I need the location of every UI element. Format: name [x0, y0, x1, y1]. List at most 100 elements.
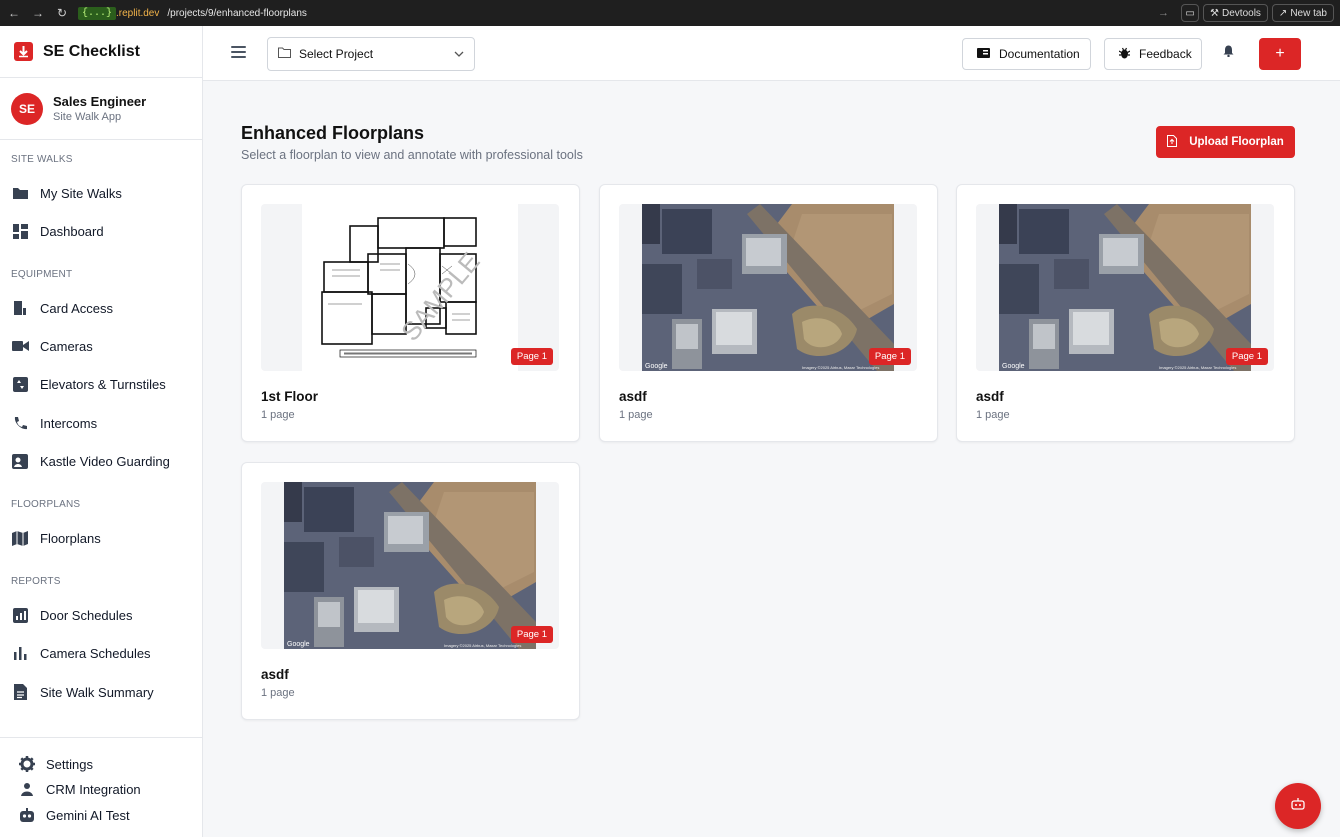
section-site-walks: Site Walks [11, 154, 73, 165]
user-name: Sales Engineer [53, 94, 147, 109]
robot-icon [18, 806, 36, 824]
folder-icon [278, 47, 291, 61]
floorplan-page-count: 1 page [619, 409, 653, 421]
floorplan-card[interactable]: Google Imagery ©2025 Airbus, Maxar Techn… [956, 184, 1295, 442]
menu-icon[interactable] [231, 46, 246, 61]
bug-icon [1118, 47, 1131, 62]
section-reports: Reports [11, 576, 61, 587]
sidebar-item-door-schedules[interactable]: Door Schedules [11, 605, 133, 625]
app-name: SE Checklist [43, 42, 140, 60]
floorplan-thumbnail[interactable]: Google Imagery ©2025 Airbus, Maxar Techn… [261, 482, 559, 649]
floorplan-name: asdf [619, 389, 647, 404]
upload-floorplan-button[interactable]: Upload Floorplan [1156, 126, 1295, 158]
sidebar-item-label: Card Access [40, 300, 113, 316]
reload-icon[interactable]: ↻ [54, 6, 70, 20]
svg-text:Imagery ©2025 Airbus, Maxar Te: Imagery ©2025 Airbus, Maxar Technologies [444, 643, 521, 648]
book-icon [977, 47, 990, 61]
crm-icon [18, 780, 36, 798]
svg-text:Google: Google [1002, 363, 1025, 370]
sidebar-item-label: Cameras [40, 338, 93, 354]
feedback-button[interactable]: Feedback [1104, 38, 1202, 70]
floorplan-card[interactable]: Google Imagery ©2025 Airbus, Maxar Techn… [599, 184, 938, 442]
floorplan-page-count: 1 page [261, 409, 295, 421]
aerial-photo-image: Google Imagery ©2025 Airbus, Maxar Techn… [284, 482, 536, 649]
floorplan-card[interactable]: SAMPLE Page 1 1st Floor 1 page [241, 184, 580, 442]
sidebar-item-label: Elevators & Turnstiles [40, 376, 166, 392]
sidebar-item-cameras[interactable]: Cameras [11, 336, 93, 356]
open-arrow-icon[interactable]: → [1158, 7, 1169, 19]
user-profile[interactable]: SE Sales Engineer Site Walk App [0, 78, 202, 140]
floorplan-thumbnail[interactable]: SAMPLE Page 1 [261, 204, 559, 371]
sidebar-item-label: Intercoms [40, 415, 98, 431]
floorplan-page-count: 1 page [261, 687, 295, 699]
sidebar-item-label: CRM Integration [46, 781, 141, 797]
bar-chart-icon [11, 644, 29, 662]
sidebar-item-crm-integration[interactable]: CRM Integration [18, 780, 141, 798]
devtools-button[interactable]: ⚒ Devtools [1203, 4, 1268, 22]
sidebar-item-settings[interactable]: Settings [18, 755, 93, 773]
floorplan-name: 1st Floor [261, 389, 319, 404]
page-badge: Page 1 [510, 626, 553, 643]
folder-icon [11, 184, 29, 202]
sidebar-item-gemini-ai-test[interactable]: Gemini AI Test [18, 806, 130, 824]
back-icon[interactable]: ← [6, 6, 22, 20]
sidebar-item-elevators[interactable]: Elevators & Turnstiles [11, 374, 166, 394]
floorplan-name: asdf [261, 667, 289, 682]
sidebar-item-kastle-video-guarding[interactable]: Kastle Video Guarding [11, 451, 170, 471]
sidebar-item-floorplans[interactable]: Floorplans [11, 528, 101, 548]
project-select-value: Select Project [299, 47, 374, 61]
floorplan-name: asdf [976, 389, 1004, 404]
section-floorplans: Floorplans [11, 499, 81, 510]
page-title: Enhanced Floorplans [241, 123, 425, 143]
floorplan-page-count: 1 page [976, 409, 1010, 421]
sidebar: SE Checklist SE Sales Engineer Site Walk… [0, 26, 203, 837]
address-bar[interactable]: {...} .replit.dev /projects/9/enhanced-f… [78, 4, 1150, 22]
url-host: {...} [78, 6, 117, 20]
user-subtitle: Site Walk App [53, 111, 122, 123]
sidebar-item-label: Camera Schedules [40, 645, 151, 661]
page-badge: Page 1 [868, 348, 911, 365]
report-icon [11, 606, 29, 624]
new-tab-label: New tab [1290, 7, 1327, 19]
floorplan-thumbnail[interactable]: Google Imagery ©2025 Airbus, Maxar Techn… [619, 204, 917, 371]
project-select[interactable]: Select Project [267, 37, 475, 71]
url-host-suffix: .replit.dev [116, 7, 160, 19]
external-link-icon: ↗ [1278, 7, 1288, 19]
documentation-button[interactable]: Documentation [962, 38, 1091, 70]
sidebar-item-label: Floorplans [40, 530, 101, 546]
sidebar-footer: Settings CRM Integration Gemini AI Test [0, 737, 202, 837]
brand[interactable]: SE Checklist [0, 26, 202, 78]
sidebar-item-label: Gemini AI Test [46, 807, 130, 823]
map-icon [11, 529, 29, 547]
sidebar-item-card-access[interactable]: Card Access [11, 298, 113, 318]
sidebar-item-camera-schedules[interactable]: Camera Schedules [11, 643, 151, 663]
wrench-icon: ⚒ [1210, 7, 1220, 19]
phone-icon [11, 414, 29, 432]
sidebar-item-label: Dashboard [40, 223, 104, 239]
aerial-photo-image: Google Imagery ©2025 Airbus, Maxar Techn… [999, 204, 1251, 371]
floorplan-card[interactable]: Google Imagery ©2025 Airbus, Maxar Techn… [241, 462, 580, 720]
bell-icon[interactable] [1223, 45, 1234, 60]
monitor-icon[interactable]: ▭ [1181, 4, 1200, 22]
devtools-label: Devtools [1222, 7, 1261, 19]
chatbot-fab[interactable] [1275, 783, 1321, 829]
floorplan-thumbnail[interactable]: Google Imagery ©2025 Airbus, Maxar Techn… [976, 204, 1274, 371]
forward-icon[interactable]: → [30, 6, 46, 20]
sidebar-item-label: Site Walk Summary [40, 684, 154, 700]
door-icon [11, 299, 29, 317]
sidebar-item-site-walk-summary[interactable]: Site Walk Summary [11, 682, 154, 702]
sidebar-item-intercoms[interactable]: Intercoms [11, 413, 97, 433]
new-tab-button[interactable]: ↗ New tab [1271, 4, 1334, 22]
add-button[interactable]: + [1259, 38, 1301, 70]
logo-icon [14, 42, 33, 61]
robot-icon [1291, 797, 1305, 815]
sidebar-item-dashboard[interactable]: Dashboard [11, 221, 104, 241]
video-guard-icon [11, 452, 29, 470]
sidebar-item-my-site-walks[interactable]: My Site Walks [11, 183, 122, 203]
svg-text:Google: Google [645, 363, 668, 370]
url-path: /projects/9/enhanced-floorplans [167, 7, 307, 19]
camera-icon [11, 337, 29, 355]
aerial-photo-image: Google Imagery ©2025 Airbus, Maxar Techn… [642, 204, 894, 371]
gear-icon [18, 755, 36, 773]
page-badge: Page 1 [1225, 348, 1268, 365]
